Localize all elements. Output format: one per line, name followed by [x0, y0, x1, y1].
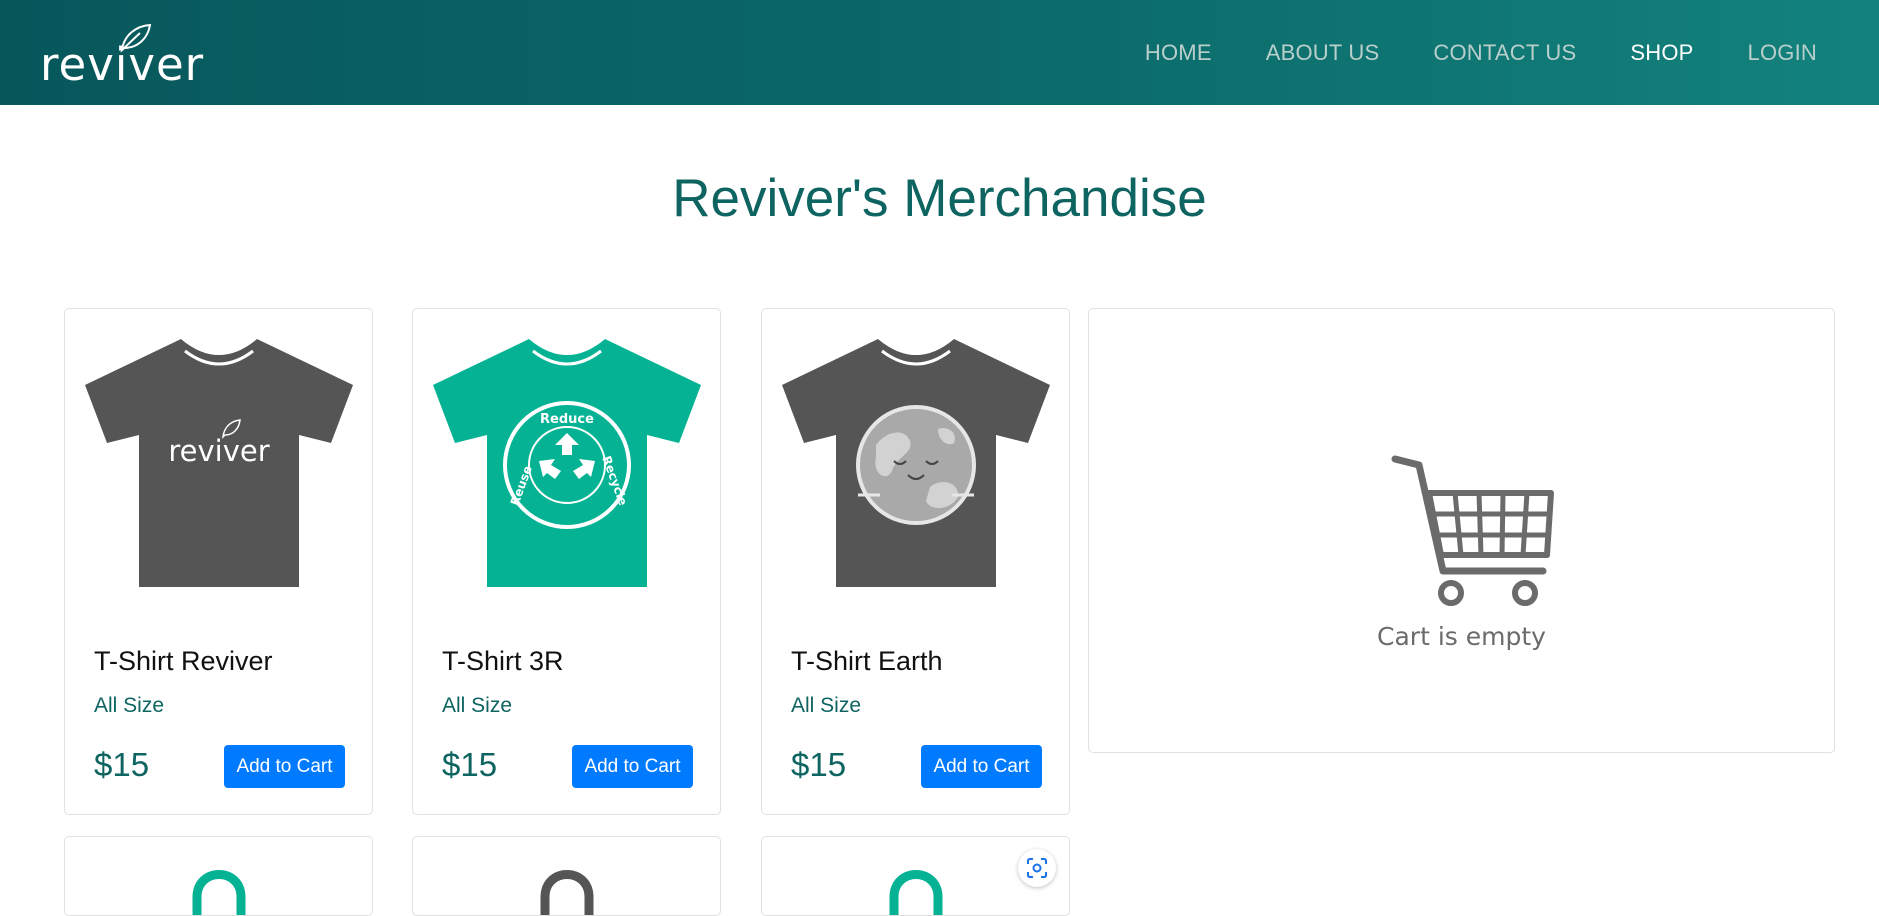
- tote-bag-icon: [540, 870, 594, 915]
- nav-shop[interactable]: SHOP: [1630, 40, 1693, 66]
- main-nav: HOME ABOUT US CONTACT US SHOP LOGIN: [1145, 40, 1817, 66]
- product-name: T-Shirt 3R: [442, 646, 564, 676]
- add-to-cart-button[interactable]: Add to Cart: [572, 745, 693, 788]
- product-size: All Size: [442, 694, 513, 717]
- product-size: All Size: [791, 694, 862, 717]
- product-card: T-Shirt Earth All Size $15 Add to Cart: [761, 308, 1070, 815]
- nav-home[interactable]: HOME: [1145, 40, 1212, 66]
- leaf-icon: [120, 23, 152, 53]
- tshirt-reviver-icon: reviver: [85, 339, 353, 587]
- product-price: $15: [791, 746, 847, 783]
- cart-empty-text: Cart is empty: [1377, 622, 1546, 651]
- product-card: Reduce Reuse Recycle T-Shirt 3R All Size…: [412, 308, 721, 815]
- product-card: [64, 836, 373, 916]
- tote-bag-icon: [889, 870, 943, 915]
- page-title: Reviver's Merchandise: [672, 169, 1207, 228]
- add-to-cart-button[interactable]: Add to Cart: [921, 745, 1042, 788]
- tshirt-print-text: reviver: [168, 434, 269, 468]
- product-card: reviver T-Shirt Reviver All Size $15 Add…: [64, 308, 373, 815]
- product-name: T-Shirt Reviver: [94, 646, 273, 676]
- google-lens-button[interactable]: [1018, 849, 1056, 887]
- product-card: [412, 836, 721, 916]
- google-lens-icon: [1027, 858, 1047, 878]
- nav-contact-us[interactable]: CONTACT US: [1433, 40, 1576, 66]
- nav-about-us[interactable]: ABOUT US: [1266, 40, 1380, 66]
- tote-bag-icon: [192, 870, 246, 915]
- tshirt-3r-icon: Reduce Reuse Recycle: [433, 339, 701, 587]
- product-size: All Size: [94, 694, 165, 717]
- cart-panel: Cart is empty: [1088, 308, 1835, 753]
- top-navbar: reviver HOME ABOUT US CONTACT US SHOP LO…: [0, 0, 1879, 105]
- tshirt-earth-icon: [782, 339, 1050, 587]
- product-price: $15: [442, 746, 498, 783]
- brand-logo[interactable]: reviver: [40, 13, 203, 93]
- nav-login[interactable]: LOGIN: [1748, 40, 1817, 66]
- product-price: $15: [94, 746, 150, 783]
- print-word-reduce: Reduce: [540, 412, 594, 427]
- product-name: T-Shirt Earth: [791, 646, 943, 676]
- add-to-cart-button[interactable]: Add to Cart: [224, 745, 345, 788]
- shopping-cart-icon: [1391, 455, 1554, 606]
